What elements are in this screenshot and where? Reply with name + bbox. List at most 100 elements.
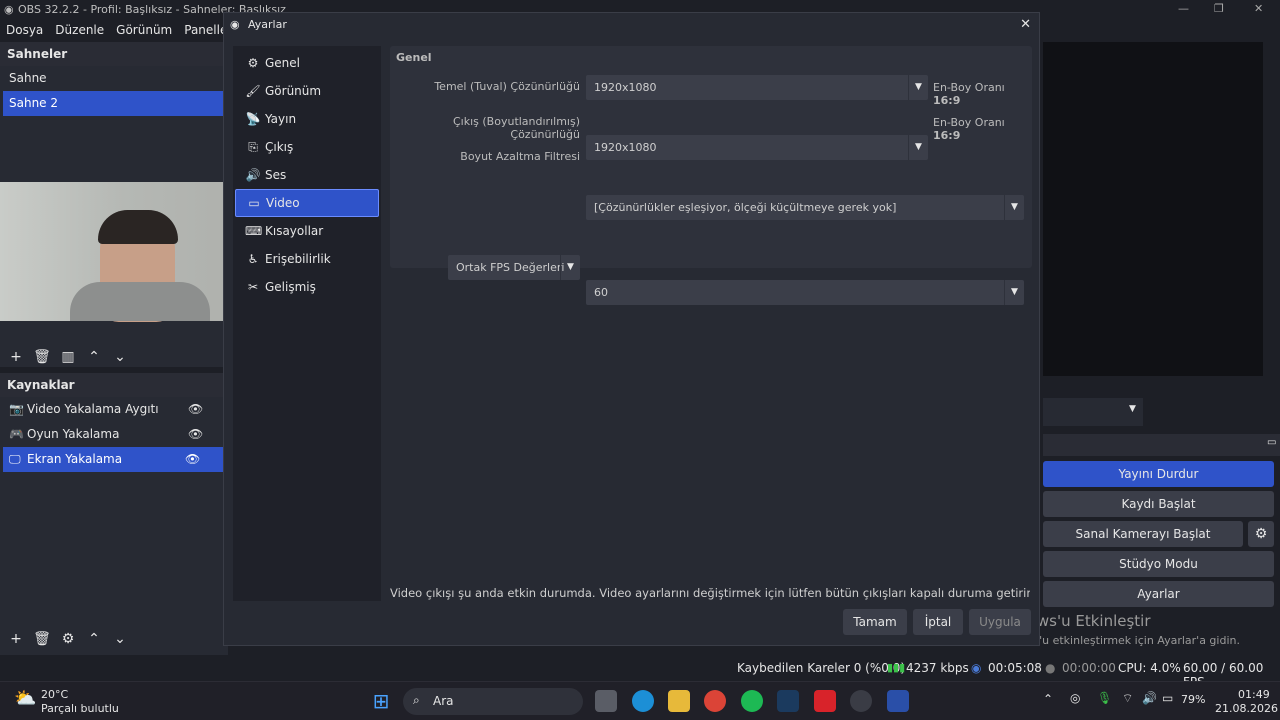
sidebar-item-gelismis[interactable]: ✂ Gelişmiş [235,273,379,301]
close-window-icon[interactable]: ✕ [1254,2,1263,15]
transition-combo[interactable]: ▼ [1043,398,1143,426]
undock-icon[interactable]: ▭ [1267,437,1276,448]
battery-icon[interactable]: ▭ [1162,691,1173,705]
start-record-button[interactable]: Kaydı Başlat [1043,491,1274,517]
move-down-icon[interactable]: ⌄ [110,347,130,367]
studio-mode-button[interactable]: Stüdyo Modu [1043,551,1274,577]
sidebar-item-ses[interactable]: 🔊 Ses [235,161,379,189]
virtual-cam-button[interactable]: Sanal Kamerayı Başlat [1043,521,1243,547]
sidebar-item-video[interactable]: ▭ Video [235,189,379,217]
sources-toolbar: + 🗑 ⚙ ⌃ ⌄ [0,625,130,653]
edge-icon[interactable] [632,690,654,712]
move-down-icon[interactable]: ⌄ [110,629,130,649]
dialog-title: Ayarlar [248,18,287,31]
webcam-overlay [0,182,247,322]
source-item-selected[interactable]: 🖵 Ekran Yakalama 👁 [3,447,225,472]
source-item[interactable]: 🎮 Oyun Yakalama 👁 [0,422,228,447]
video-settings-group: Genel Temel (Tuval) Çözünürlüğü 1920x108… [390,46,1032,305]
task-view-icon[interactable] [595,690,617,712]
microphone-icon[interactable]: 🎙 [1097,691,1112,705]
eye-icon[interactable]: 👁 [188,422,203,447]
move-up-icon[interactable]: ⌃ [84,629,104,649]
sidebar-label: Görünüm [265,84,322,98]
source-item[interactable]: 📷 Video Yakalama Aygıtı 👁 [0,397,228,422]
sidebar-label: Yayın [265,112,297,126]
preview-area [1043,42,1263,376]
settings-sidebar: ⚙ Genel 🖌 Görünüm 📡 Yayın ⎘ Çıkış 🔊 Ses ▭ Vide… [233,46,381,601]
chevron-down-icon: ▼ [1004,280,1024,305]
eye-icon[interactable]: 👁 [185,447,200,472]
ok-button[interactable]: Tamam [843,609,907,635]
search-box[interactable]: ⌕ Ara [403,688,583,715]
gear-icon[interactable]: ⚙ [1248,521,1274,547]
downscale-filter-label: Boyut Azaltma Filtresi [460,150,580,163]
speaker-icon: 🔊 [245,168,261,182]
downscale-filter-combo[interactable]: [Çözünürlükler eşleşiyor, ölçeği küçültm… [586,195,1024,220]
sidebar-item-genel[interactable]: ⚙ Genel [235,49,379,77]
chevron-down-icon: ▼ [908,75,928,100]
obs-taskbar-icon[interactable] [850,690,872,712]
gear-icon[interactable]: ⚙ [58,629,78,649]
chevron-up-icon[interactable]: ⌃ [1043,692,1053,706]
windows-start-icon[interactable]: ⊞ [370,690,392,712]
chevron-down-icon: ▼ [1004,195,1024,220]
clock-date[interactable]: 21.08.2026 [1215,702,1278,715]
sidebar-item-yayin[interactable]: 📡 Yayın [235,105,379,133]
sidebar-item-cikis[interactable]: ⎘ Çıkış [235,133,379,161]
fps-value-combo[interactable]: 60 ▼ [586,280,1024,305]
base-resolution-combo[interactable]: 1920x1080 ▼ [586,75,928,100]
sidebar-label: Genel [265,56,301,70]
clock-time[interactable]: 01:49 [1238,688,1270,701]
scene-item-selected[interactable]: Sahne 2 [3,91,225,116]
controls-header: ▭ [1043,434,1280,456]
menu-duzenle[interactable]: Düzenle [49,20,110,37]
output-icon: ⎘ [248,139,258,154]
base-resolution-label: Temel (Tuval) Çözünürlüğü [434,80,580,93]
sidebar-item-kisayollar[interactable]: ⌨ Kısayollar [235,217,379,245]
stream-icon: ◉ [971,661,982,675]
menu-dosya[interactable]: Dosya [0,20,49,37]
source-label: Ekran Yakalama [27,452,123,466]
add-icon[interactable]: + [6,347,26,367]
chrome-icon[interactable] [704,690,726,712]
eye-icon[interactable]: 👁 [188,397,203,422]
close-icon[interactable]: ✕ [1020,13,1031,37]
menu-gorunum[interactable]: Görünüm [110,20,178,37]
cancel-button[interactable]: İptal [913,609,963,635]
combo-value: 1920x1080 [594,141,657,154]
move-up-icon[interactable]: ⌃ [84,347,104,367]
sidebar-item-gorunum[interactable]: 🖌 Görünüm [235,77,379,105]
settings-button[interactable]: Ayarlar [1043,581,1274,607]
weather-temp: 20°C [41,688,69,701]
trash-icon[interactable]: 🗑 [32,347,52,367]
battery-percent: 79% [1181,693,1206,706]
source-label: Oyun Yakalama [27,427,120,441]
tray-icon[interactable]: ◎ [1070,691,1080,705]
spotify-icon[interactable] [741,690,763,712]
sidebar-item-erisebilirlik[interactable]: ♿ Erişebilirlik [235,245,379,273]
brush-icon: 🖌 [245,84,261,98]
app-icon[interactable] [887,690,909,712]
record-time: 00:00:00 [1062,661,1116,675]
scene-item[interactable]: Sahne [0,66,228,91]
minimize-icon[interactable]: — [1178,2,1189,15]
fps-type-combo[interactable]: Ortak FPS Değerleri ▼ [448,255,580,280]
volume-icon[interactable]: 🔊 [1142,691,1157,705]
signal-icon: ▮▮▮ [887,661,906,674]
filter-icon[interactable]: ▥ [58,347,78,367]
trash-icon[interactable]: 🗑 [32,629,52,649]
output-resolution-combo[interactable]: 1920x1080 ▼ [586,135,928,160]
add-icon[interactable]: + [6,629,26,649]
stop-stream-button[interactable]: Yayını Durdur [1043,461,1274,487]
file-explorer-icon[interactable] [668,690,690,712]
maximize-icon[interactable]: ❐ [1214,2,1224,15]
taskbar: ⛅ 20°C Parçalı bulutlu ⊞ ⌕ Ara ⌃ ◎ 🎙 ⌔ 🔊… [0,681,1280,720]
search-placeholder: Ara [433,694,454,708]
apply-button[interactable]: Uygula [969,609,1031,635]
dialog-titlebar: ◉ Ayarlar ✕ [224,13,1039,37]
app-l-icon[interactable] [814,690,836,712]
wifi-icon[interactable]: ⌔ [1122,691,1133,706]
aspect-label: En-Boy Oranı [933,81,1005,94]
gear-icon: ⚙ [247,56,259,70]
steam-icon[interactable] [777,690,799,712]
